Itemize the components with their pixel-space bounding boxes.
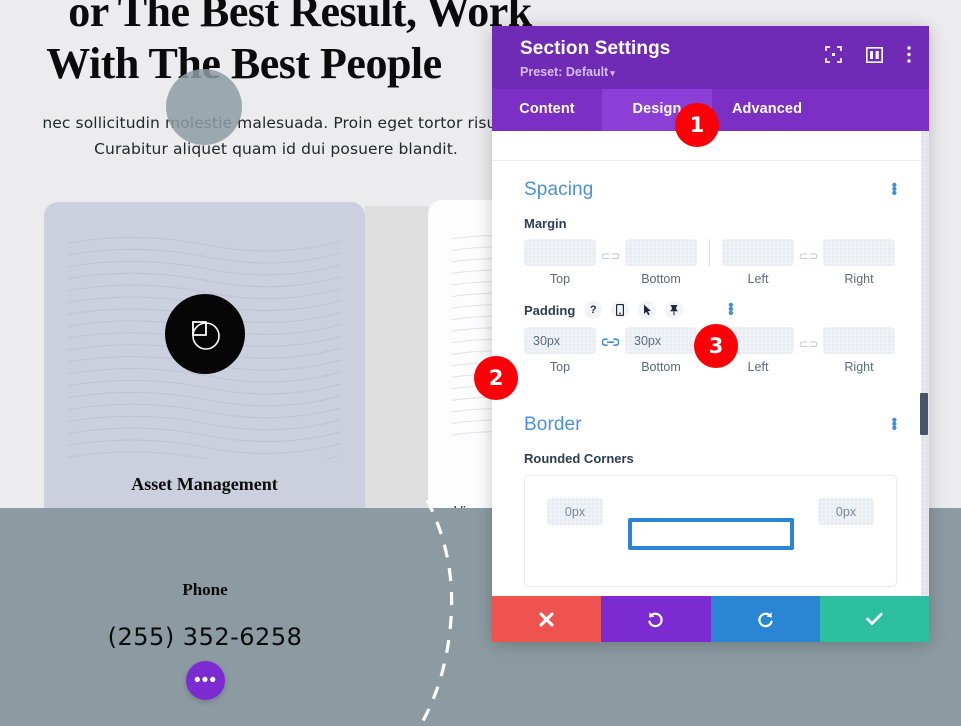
chevron-down-icon: ▾: [610, 68, 615, 78]
padding-label-text: Padding: [524, 302, 576, 318]
redo-button[interactable]: [710, 596, 820, 642]
kebab-menu-icon[interactable]: [907, 46, 911, 63]
step-marker-2: 2: [474, 356, 518, 400]
panel-scrollbar-track[interactable]: [920, 131, 929, 596]
border-section-title: Border: [524, 414, 582, 435]
cancel-button[interactable]: [492, 596, 602, 642]
preset-dropdown[interactable]: Preset: Default ▾: [520, 65, 909, 79]
padding-top-field[interactable]: 30px Top: [524, 327, 596, 374]
margin-top-input[interactable]: [524, 239, 596, 266]
margin-left-caption: Left: [747, 272, 769, 286]
step-marker-3: 3: [694, 324, 738, 368]
padding-bottom-caption: Bottom: [641, 360, 681, 374]
margin-right-caption: Right: [844, 272, 874, 286]
panel-action-bar: [492, 596, 929, 642]
padding-label: Padding ? • • •: [524, 298, 897, 321]
margin-left-input[interactable]: [722, 239, 794, 266]
service-card-asset-management[interactable]: Asset Management Nulla quis lorem ut lib…: [44, 202, 365, 532]
margin-top-caption: Top: [549, 272, 571, 286]
margin-right-field[interactable]: Right: [823, 239, 895, 286]
margin-divider: [709, 239, 710, 266]
layout-columns-icon[interactable]: [866, 46, 883, 63]
spacing-kebab-icon[interactable]: • • •: [892, 178, 897, 201]
margin-left-field[interactable]: Left: [722, 239, 794, 286]
padding-right-field[interactable]: Right: [823, 327, 895, 374]
padding-kebab-icon[interactable]: • • •: [728, 298, 733, 321]
corner-preview-box: [627, 518, 794, 550]
corner-top-right-input[interactable]: 0px: [818, 498, 874, 525]
more-options-button[interactable]: •••: [186, 661, 225, 700]
undo-button[interactable]: [601, 596, 711, 642]
margin-right-input[interactable]: [823, 239, 895, 266]
padding-bottom-field[interactable]: 30px Bottom: [625, 327, 697, 374]
padding-right-caption: Right: [844, 360, 874, 374]
panel-scrollbar-thumb[interactable]: [920, 393, 928, 435]
padding-link-right-icon[interactable]: ⊂⊃: [794, 337, 823, 351]
border-kebab-icon[interactable]: • • •: [892, 413, 897, 436]
contact-label: Phone: [182, 580, 228, 599]
preset-label: Preset: Default: [520, 65, 609, 79]
rounded-corners-box: 0px 0px: [524, 475, 897, 587]
margin-fields-row: Top ⊂⊃ Bottom Left ⊂⊃ Right: [524, 239, 897, 286]
margin-bottom-input[interactable]: [625, 239, 697, 266]
padding-left-caption: Left: [747, 360, 769, 374]
pie-chart-icon: [164, 294, 245, 374]
help-icon[interactable]: ?: [584, 301, 603, 319]
margin-label-text: Margin: [524, 216, 567, 231]
responsive-mobile-icon[interactable]: [611, 301, 630, 319]
padding-link-left-icon[interactable]: [596, 337, 625, 351]
corner-top-left-input[interactable]: 0px: [547, 498, 603, 525]
section-boundary-dashed-line: [418, 500, 454, 726]
margin-link-right-icon[interactable]: ⊂⊃: [794, 249, 823, 263]
tab-content[interactable]: Content: [492, 89, 602, 131]
step-marker-1: 1: [675, 103, 719, 147]
margin-label: Margin: [524, 216, 897, 231]
margin-link-left-icon[interactable]: ⊂⊃: [596, 249, 625, 263]
border-section: Border • • • Rounded Corners 0px 0px: [492, 396, 929, 587]
focus-target-icon[interactable]: [825, 46, 842, 63]
panel-header: Section Settings Preset: Default ▾: [492, 26, 929, 89]
rounded-corners-label: Rounded Corners: [524, 451, 634, 466]
spacing-section-title: Spacing: [524, 179, 594, 200]
card-title: Asset Management: [131, 474, 278, 494]
padding-right-input[interactable]: [823, 327, 895, 354]
padding-bottom-input[interactable]: 30px: [625, 327, 697, 354]
card-gap-filler: [365, 206, 429, 524]
tab-advanced[interactable]: Advanced: [712, 89, 822, 131]
contact-phone-number: (255) 352-6258: [107, 623, 303, 651]
padding-top-input[interactable]: 30px: [524, 327, 596, 354]
margin-bottom-field[interactable]: Bottom: [625, 239, 697, 286]
margin-top-field[interactable]: Top: [524, 239, 596, 286]
sticky-pin-icon[interactable]: [665, 301, 684, 319]
hover-cursor-icon[interactable]: [638, 301, 657, 319]
decorative-circle: [166, 69, 242, 145]
padding-top-caption: Top: [549, 360, 571, 374]
save-button[interactable]: [819, 596, 929, 642]
margin-bottom-caption: Bottom: [641, 272, 681, 286]
panel-header-icons: [825, 46, 911, 63]
